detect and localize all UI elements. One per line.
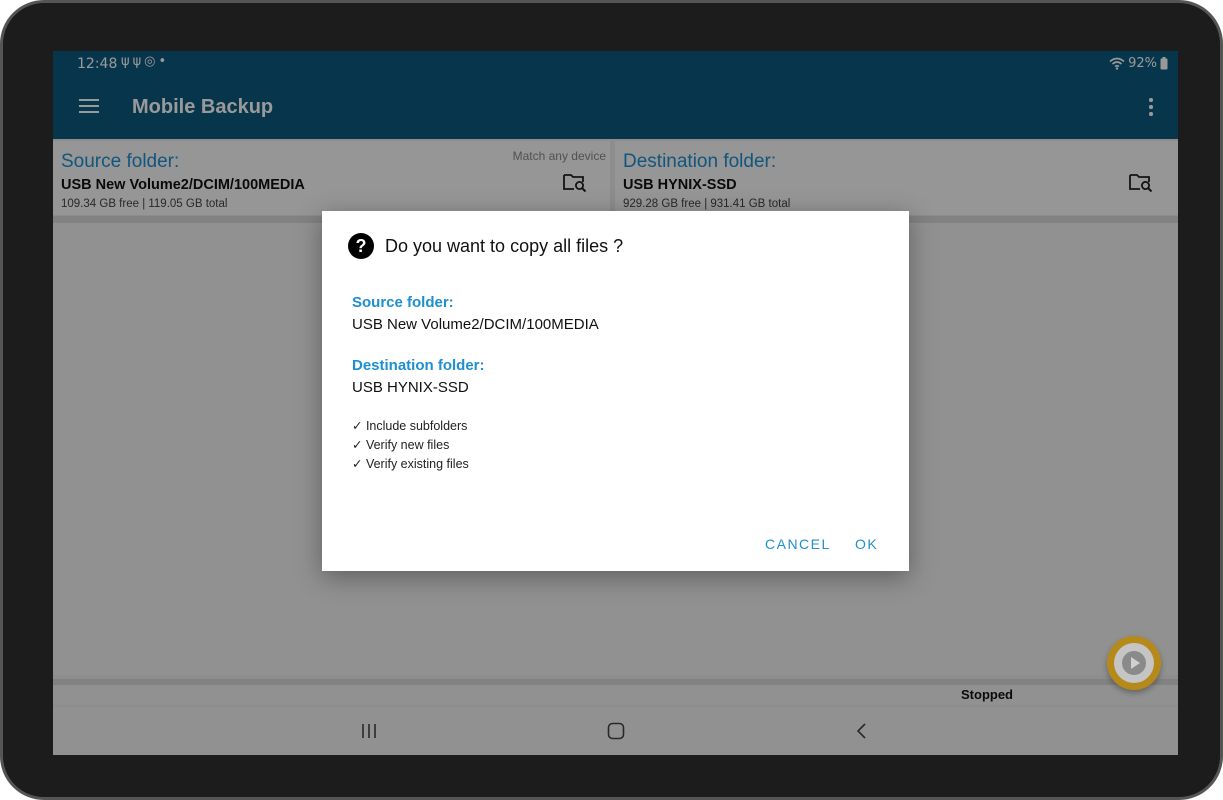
dialog-destination-label: Destination folder: — [352, 357, 485, 374]
ok-button[interactable]: OK — [855, 536, 878, 552]
option-verify-existing-files: ✓ Verify existing files — [352, 457, 469, 471]
dialog-destination-value: USB HYNIX-SSD — [352, 379, 469, 396]
dialog-source-label: Source folder: — [352, 294, 454, 311]
dialog-title: Do you want to copy all files ? — [385, 236, 624, 256]
copy-confirm-dialog: ? Do you want to copy all files ? Source… — [322, 211, 909, 571]
start-backup-button[interactable] — [1107, 636, 1161, 690]
dialog-source-value: USB New Volume2/DCIM/100MEDIA — [352, 316, 599, 333]
option-include-subfolders: ✓ Include subfolders — [352, 419, 468, 433]
svg-text:?: ? — [356, 236, 367, 256]
option-verify-new-files: ✓ Verify new files — [352, 438, 450, 452]
play-icon — [1122, 651, 1146, 675]
tablet-frame: 12:48 ψψ◎• 92% Mobile Backup Source fold… — [0, 0, 1223, 800]
cancel-button[interactable]: CANCEL — [765, 536, 831, 552]
help-icon: ? — [348, 233, 374, 259]
